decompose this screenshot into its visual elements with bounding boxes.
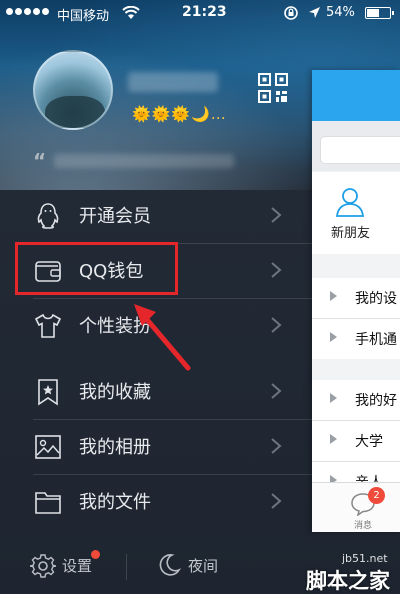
group-label: 我的设	[355, 291, 397, 307]
contact-group-row[interactable]: 大学	[312, 421, 400, 461]
quote-icon: “	[33, 149, 47, 173]
gear-icon[interactable]	[30, 553, 56, 579]
chevron-right-icon	[271, 262, 282, 278]
contact-group-row[interactable]: 手机通	[312, 319, 400, 359]
moon-icon[interactable]	[157, 553, 181, 577]
new-friend-label: 新朋友	[331, 226, 371, 241]
chevron-right-icon	[271, 317, 282, 333]
nickname-blurred[interactable]	[128, 72, 218, 92]
menu-item-label: 我的相册	[79, 437, 151, 458]
rotation-lock-icon	[284, 6, 298, 20]
expand-triangle-icon	[330, 291, 337, 301]
menu-item-label: 我的文件	[79, 492, 151, 513]
menu-item-vip[interactable]: 开通会员	[0, 188, 312, 243]
chevron-right-icon	[271, 383, 282, 399]
contact-group-row[interactable]: 我的设	[312, 278, 400, 318]
battery-percentage: 54%	[326, 5, 355, 20]
tshirt-icon	[34, 313, 62, 338]
divider	[126, 554, 127, 580]
chevron-right-icon	[271, 438, 282, 454]
folder-icon	[35, 492, 61, 514]
menu-item-files[interactable]: 我的文件	[0, 474, 312, 529]
menu-item-label: 开通会员	[79, 206, 151, 227]
location-arrow-icon	[309, 7, 320, 18]
group-label: 大学	[355, 434, 383, 450]
chevron-right-icon	[271, 493, 282, 509]
highlight-annotation-box	[15, 242, 178, 295]
watermark-name: 脚本之家	[306, 569, 390, 593]
settings-button[interactable]: 设置	[62, 555, 92, 576]
add-friend-person-icon	[335, 188, 365, 217]
drawer-bottom-bar: 设置 夜间	[0, 540, 312, 594]
bookmark-star-icon	[38, 379, 58, 406]
watermark-site: jb51.net	[342, 552, 388, 565]
carrier-name: 中国移动	[57, 9, 110, 24]
red-arrow-annotation	[134, 304, 191, 371]
wifi-icon	[122, 6, 140, 19]
battery-icon	[365, 7, 394, 19]
personal-signature[interactable]: “	[33, 149, 235, 173]
expand-triangle-icon	[330, 332, 337, 342]
night-mode-button[interactable]: 夜间	[188, 555, 218, 576]
contact-group-row[interactable]: 我的好	[312, 380, 400, 420]
signal-strength-icon	[6, 8, 49, 15]
notification-dot	[91, 550, 100, 559]
status-bar: 中国移动 21:23 54%	[0, 0, 400, 26]
qr-code-icon[interactable]	[258, 73, 288, 103]
search-input[interactable]	[320, 136, 400, 164]
main-header-bar	[312, 70, 400, 121]
menu-item-album[interactable]: 我的相册	[0, 419, 312, 474]
expand-triangle-icon	[330, 434, 337, 444]
group-label: 我的好	[355, 393, 397, 409]
tab-messages-label[interactable]: 消息	[354, 518, 372, 531]
menu-item-label: 我的收藏	[79, 382, 151, 403]
expand-triangle-icon	[330, 393, 337, 403]
photo-icon	[35, 435, 61, 459]
avatar[interactable]	[33, 50, 113, 130]
penguin-icon	[37, 203, 59, 229]
qq-level-icons[interactable]: 🌞🌞🌞🌙…	[132, 105, 227, 123]
signature-text-blurred	[54, 154, 235, 168]
chevron-right-icon	[271, 207, 282, 223]
menu-item-favorites[interactable]: 我的收藏	[0, 364, 312, 419]
group-label: 手机通	[355, 332, 397, 348]
main-contacts-panel[interactable]: 新朋友 我的设 手机通 我的好 大学 亲人 2 消息	[312, 70, 400, 532]
clock: 21:23	[182, 4, 227, 20]
unread-badge: 2	[368, 487, 385, 504]
